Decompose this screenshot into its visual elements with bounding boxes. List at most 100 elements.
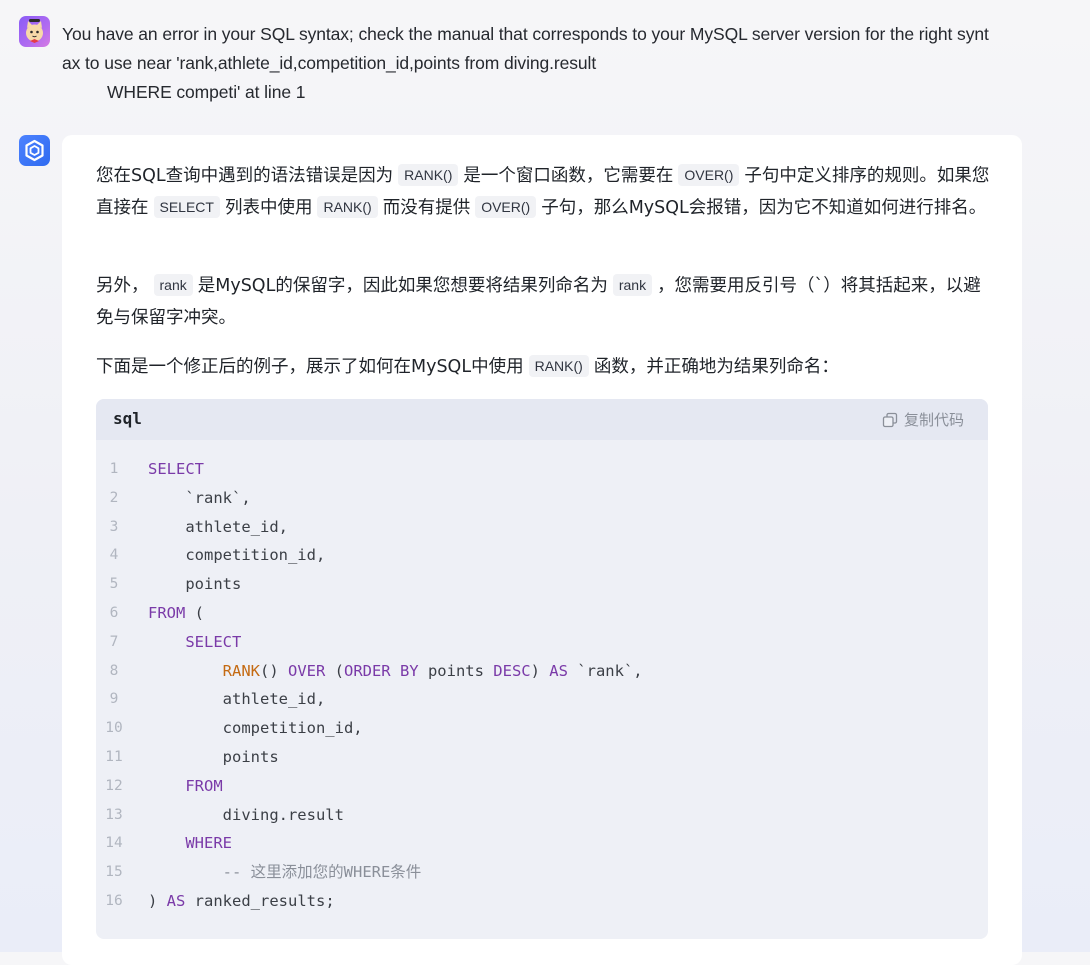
- code-line-content: diving.result: [148, 801, 344, 830]
- code-line: 13 diving.result: [96, 801, 988, 830]
- code-line: 3 athlete_id,: [96, 513, 988, 542]
- line-number: 10: [105, 720, 123, 737]
- code-line-content: WHERE: [148, 829, 232, 858]
- code-line: 11 points: [96, 743, 988, 772]
- code-line: 15 -- 这里添加您的WHERE条件: [96, 858, 988, 887]
- line-number: 2: [109, 489, 119, 506]
- line-number: 5: [109, 576, 119, 593]
- code-token: ): [148, 891, 167, 910]
- code-token: (: [185, 603, 204, 622]
- code-line: 4 competition_id,: [96, 541, 988, 570]
- code-token: AS: [549, 661, 568, 680]
- inline-code: RANK(): [528, 355, 589, 377]
- user-message-line: You have an error in your SQL syntax; ch…: [62, 24, 989, 44]
- code-body: 1 SELECT 2 `rank`, 3 athlete_id, 4 competiti…: [96, 455, 988, 916]
- paragraph-text: 子句，那么MySQL会报错，因为它不知道如何进行排名。: [541, 197, 987, 218]
- code-line-content: ) AS ranked_results;: [148, 887, 335, 916]
- user-message-text: You have an error in your SQL syntax; ch…: [62, 20, 1022, 107]
- code-line: 12 FROM: [96, 772, 988, 801]
- code-line: 5 points: [96, 570, 988, 599]
- code-token: RANK: [222, 661, 260, 680]
- inline-code: RANK(): [317, 195, 378, 218]
- code-line: 14 WHERE: [96, 829, 988, 858]
- code-line: 16 ) AS ranked_results;: [96, 887, 988, 916]
- code-token: SELECT: [148, 460, 204, 478]
- code-token: `rank`,: [567, 661, 643, 680]
- answer-paragraph: 您在SQL查询中遇到的语法错误是因为 RANK() 是一个窗口函数，它需要在 OVER…: [96, 161, 991, 224]
- code-token: FROM: [185, 776, 223, 795]
- code-block: sql 复制代码 1 SELECT 2 `rank`, 3 athlete_id, 4 …: [96, 399, 988, 939]
- line-number: 6: [109, 604, 119, 621]
- line-number: 3: [109, 518, 119, 535]
- inline-code: SELECT: [153, 195, 220, 218]
- code-line-content: athlete_id,: [148, 513, 288, 542]
- code-line: 7 SELECT: [96, 628, 988, 657]
- code-token: ): [530, 661, 550, 680]
- inline-code: OVER(): [678, 164, 740, 186]
- code-line-content: FROM: [148, 772, 223, 801]
- code-block-header: sql 复制代码: [96, 399, 988, 440]
- code-token: diving.result: [148, 805, 344, 824]
- code-line-content: -- 这里添加您的WHERE条件: [148, 858, 422, 887]
- code-token: WHERE: [185, 834, 232, 853]
- line-number: 8: [109, 662, 119, 679]
- assistant-logo-icon: [19, 135, 50, 166]
- answer-paragraph: 下面是一个修正后的例子，展示了如何在MySQL中使用 RANK() 函数，并正确地为…: [96, 352, 991, 384]
- user-message-line: ax to use near 'rank,athlete_id,competit…: [62, 53, 597, 73]
- code-token: SELECT: [185, 632, 242, 651]
- code-line-content: athlete_id,: [148, 685, 326, 714]
- code-token: athlete_id,: [148, 517, 288, 536]
- code-line: 8 RANK() OVER (ORDER BY points DESC) AS …: [96, 657, 988, 686]
- code-token: ranked_results;: [185, 891, 335, 910]
- paragraph-text: 函数，并正确地为结果列命名：: [593, 357, 839, 377]
- line-number: 1: [109, 461, 119, 477]
- code-line: 2 `rank`,: [96, 484, 988, 513]
- code-language-label: sql: [113, 409, 142, 428]
- line-number: 7: [109, 633, 119, 650]
- code-token: ORDER BY: [343, 661, 419, 680]
- inline-code: rank: [612, 274, 653, 296]
- paragraph-text: 是MySQL的保留字，因此如果您想要将结果列命名为: [197, 276, 608, 296]
- code-token: OVER: [287, 661, 326, 680]
- code-token: competition_id,: [148, 719, 363, 738]
- code-token: `rank`,: [148, 488, 251, 507]
- copy-icon: [882, 412, 898, 428]
- line-number: 11: [105, 748, 123, 765]
- line-number: 13: [105, 806, 123, 823]
- paragraph-text: 另外，: [96, 276, 149, 296]
- code-line-content: FROM (: [148, 599, 204, 628]
- code-token: DESC: [493, 661, 531, 680]
- code-line-content: points: [148, 743, 279, 772]
- line-number: 14: [105, 835, 123, 852]
- inline-code: RANK(): [398, 164, 459, 186]
- line-number: 12: [105, 777, 123, 794]
- code-line-content: SELECT: [148, 628, 241, 657]
- user-message-line: WHERE competi' at line 1: [107, 82, 306, 102]
- code-line: 6 FROM (: [96, 599, 988, 628]
- line-number: 15: [105, 864, 123, 881]
- code-line-content: competition_id,: [148, 714, 363, 743]
- code-token: (: [325, 661, 344, 680]
- paragraph-text: 是一个窗口函数，它需要在: [463, 166, 674, 186]
- inline-code: rank: [153, 274, 193, 296]
- code-line: 1 SELECT: [96, 455, 988, 484]
- code-line: 9 athlete_id,: [96, 685, 988, 714]
- code-token: -- 这里添加您的WHERE条件: [148, 863, 422, 882]
- code-token: points: [418, 661, 494, 680]
- code-line-content: RANK() OVER (ORDER BY points DESC) AS `r…: [148, 657, 643, 686]
- copy-code-button[interactable]: 复制代码: [882, 409, 964, 430]
- line-number: 4: [109, 547, 119, 564]
- inline-code: OVER(): [475, 195, 537, 218]
- paragraph-text: 下面是一个修正后的例子，展示了如何在MySQL中使用: [96, 357, 524, 377]
- code-line: 10 competition_id,: [96, 714, 988, 743]
- assistant-message: 您在SQL查询中遇到的语法错误是因为 RANK() 是一个窗口函数，它需要在 OVER…: [62, 135, 1022, 965]
- code-line-content: points: [148, 570, 241, 599]
- line-number: 16: [105, 892, 123, 909]
- code-token: points: [148, 575, 242, 594]
- cat-avatar-icon[interactable]: [19, 16, 50, 47]
- paragraph-text: 而没有提供: [382, 197, 471, 218]
